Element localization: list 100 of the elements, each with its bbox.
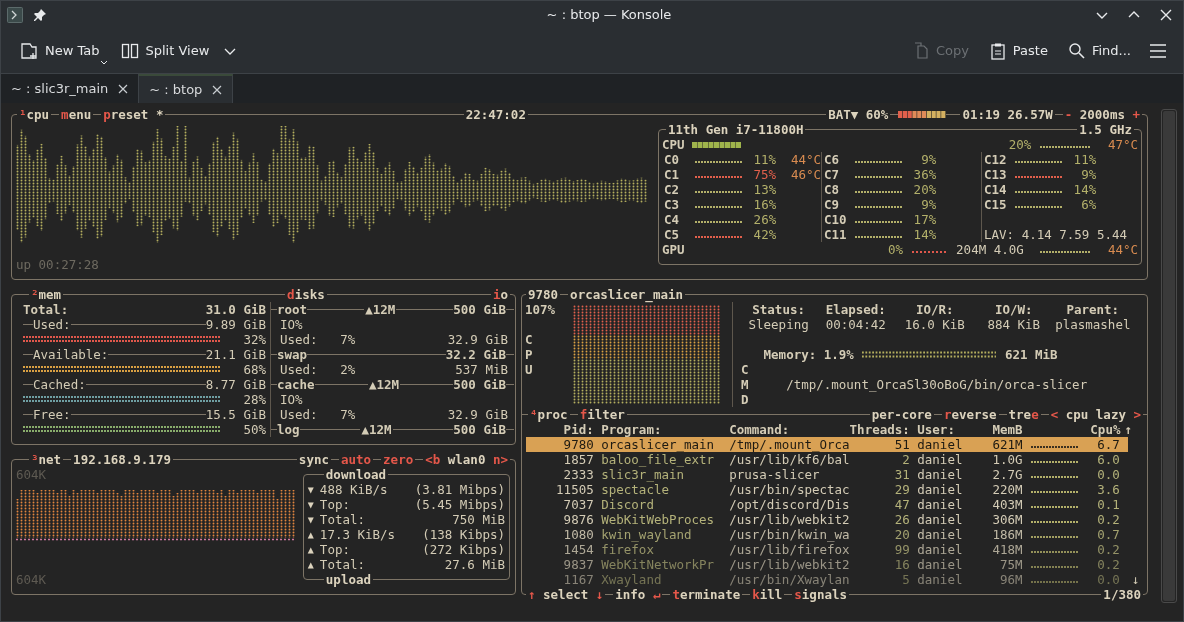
process-row[interactable]: 9876 WebKitWebProces /usr/lib/webkit2 26 daniel 306M 0.2 (526, 512, 1128, 527)
close-icon[interactable] (118, 83, 129, 94)
detail-value: Sleeping (747, 317, 810, 332)
disk-size: 500 GiB (453, 422, 506, 437)
table-cell-text: 11505 (555, 482, 594, 497)
panel-title[interactable]: ³net (29, 452, 64, 467)
table-cell-text: 96M (999, 572, 1023, 587)
menu-option[interactable]: signals (792, 587, 849, 602)
menu-icon[interactable] (1149, 42, 1167, 59)
pin-icon[interactable] (33, 7, 47, 22)
menu-option[interactable]: < cpu lazy > (1048, 407, 1143, 422)
arrow-icon: ▼ (307, 482, 320, 497)
column-header[interactable]: Pid: (526, 422, 594, 437)
menu-option[interactable]: kill (750, 587, 785, 602)
core-label: C0 (664, 152, 681, 167)
memory-value: 9.89 GiB (205, 317, 266, 332)
process-count: 1/380 (1101, 587, 1143, 602)
process-row[interactable]: 1454 firefox /usr/lib/firefox 99 daniel 418M 0.2 (526, 542, 1128, 557)
process-row[interactable]: 7037 Discord /opt/discord/Dis 47 daniel 403M 0.1 (526, 497, 1128, 512)
table-cell-text: 0.1 (1096, 497, 1120, 512)
process-row[interactable]: 9837 WebKitNetworkPr /usr/lib/webkit2 16 daniel 75M 0.2 (526, 557, 1128, 572)
process-row[interactable]: 2333 slic3r_main prusa-slicer 31 daniel 2.7G 0.0 (526, 467, 1128, 482)
net-value: (5.45 Mibps) (414, 497, 505, 512)
core-usage: 11% (752, 152, 776, 167)
core-label: C11 (824, 227, 848, 242)
table-cell-text: 9780 (562, 437, 594, 452)
scroll-arrow-icon: ↓ (1132, 572, 1140, 587)
menu-option[interactable]: io (490, 287, 510, 302)
core-label: C15 (984, 197, 1008, 212)
column-header[interactable]: Command: (729, 422, 850, 437)
new-tab-icon (19, 40, 39, 61)
memory-label: Cached: (33, 377, 86, 392)
disk-label: Used: (280, 362, 319, 377)
close-icon[interactable] (212, 84, 223, 95)
cpu-label: CPU (662, 137, 686, 152)
panel-title[interactable]: ²mem (29, 287, 64, 302)
column-header[interactable]: MemB (977, 422, 1023, 437)
disk-name: log (277, 422, 300, 437)
net-value: (272 Kibps) (422, 542, 505, 557)
scrollbar[interactable] (1161, 109, 1177, 603)
net-label: 488 KiB/s (319, 482, 388, 497)
core-usage: 6% (1080, 197, 1097, 212)
table-cell-text: 220M (991, 482, 1023, 497)
window-title: ~ : btop — Konsole (545, 7, 673, 22)
caret-icon (99, 59, 108, 65)
memory-value: 21.1 GiB (205, 347, 266, 362)
memory-value: 8.77 GiB (205, 377, 266, 392)
panel-title[interactable]: ¹cpu (17, 107, 52, 122)
process-row[interactable]: 1857 baloo_file_extr /usr/lib/kf6/bal 2 daniel 1.0G 6.0 (526, 452, 1128, 467)
column-header[interactable]: User: (909, 422, 978, 437)
menu-option[interactable]: tree (1006, 407, 1041, 422)
column-header[interactable]: Program: (593, 422, 730, 437)
table-cell-text: daniel (916, 467, 964, 482)
menu-option[interactable]: preset * (101, 107, 166, 122)
interval-control[interactable]: - 2000ms + (1062, 107, 1142, 122)
table-cell-text: 6.7 (1096, 437, 1120, 452)
detail-value: 884 KiB (986, 317, 1042, 332)
panel-title[interactable]: disks (285, 287, 327, 302)
column-header[interactable]: Threads: (849, 422, 910, 437)
menu-option[interactable]: <b wlan0 n> (423, 452, 510, 467)
table-cell-text: 0.7 (1096, 527, 1120, 542)
table-cell-text: 6.0 (1096, 452, 1120, 467)
find-button[interactable]: Find... (1059, 35, 1139, 66)
memory-percent: 32% (243, 332, 266, 347)
memory-percent: 68% (243, 362, 266, 377)
process-row[interactable]: 1167 Xwayland /usr/bin/Xwaylan 5 daniel 96M 0.0 (526, 572, 1128, 587)
process-row[interactable]: 1080 kwin_wayland /usr/bin/kwin_wa 20 daniel 186M 0.7 (526, 527, 1128, 542)
uptime-text: up 00:27:28 (16, 257, 99, 272)
split-view-button[interactable]: Split View (111, 34, 218, 67)
new-tab-button[interactable]: New Tab (11, 34, 108, 67)
core-usage: 26% (752, 212, 777, 227)
net-label: Total: (319, 557, 365, 572)
core-label: C9 (824, 197, 841, 212)
table-cell: /usr/bin/spectac (729, 482, 850, 497)
paste-button[interactable]: Paste (980, 35, 1056, 66)
panel-title[interactable]: ⁴proc (528, 407, 570, 422)
net-label: 17.3 KiB/s (319, 527, 396, 542)
net-value: 27.6 MiB (444, 557, 505, 572)
arrow-icon: ▲ (307, 542, 320, 557)
memory-label: Total: (23, 302, 69, 317)
memory-percent: 28% (243, 392, 266, 407)
menu-option[interactable]: ↑ select ↓ (526, 587, 606, 602)
disk-name: swap (277, 347, 308, 362)
column-header[interactable]: Cpu% (1030, 422, 1121, 437)
gpu-temperature: 44°C (1106, 242, 1138, 257)
disk-value: 32.9 GiB (447, 407, 508, 422)
table-cell-text: 1857 (562, 452, 594, 467)
terminal-tab[interactable]: ~ : btop (139, 74, 234, 103)
menu-option[interactable]: info ↵ (613, 587, 663, 602)
core-usage: 13% (752, 182, 777, 197)
table-cell-text: 9837 (562, 557, 594, 572)
table-cell-text: 31 (893, 467, 910, 482)
menu-option[interactable]: auto (338, 452, 374, 467)
table-cell-text: WebKitNetworkPr (600, 557, 716, 572)
process-row[interactable]: 9780 orcaslicer_main /tmp/.mount_Orca 51 daniel 621M 6.7 (526, 437, 1128, 452)
table-cell: /usr/lib/kf6/bal (729, 452, 850, 467)
filter-option[interactable]: filter (577, 407, 627, 422)
menu-option[interactable]: terminate (670, 587, 743, 602)
terminal-icon[interactable] (7, 6, 23, 23)
process-row[interactable]: 11505 spectacle /usr/bin/spectac 29 daniel 220M 3.6 (526, 482, 1128, 497)
